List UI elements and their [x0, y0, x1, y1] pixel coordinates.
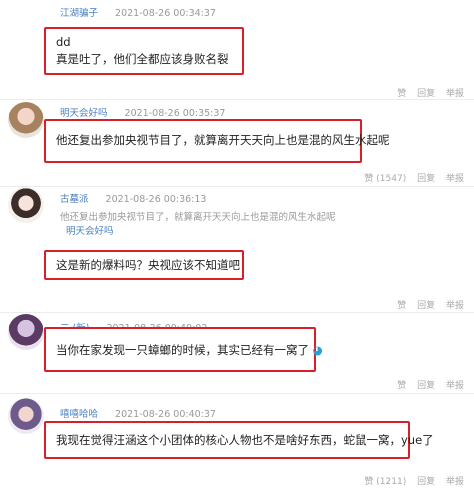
avatar[interactable] — [8, 314, 44, 350]
reply-button[interactable]: 回复 — [417, 381, 435, 391]
comment-meta: 古墓派 2021-08-26 00:36:13 — [60, 191, 206, 205]
comment-text: 我现在觉得汪涵这个小团体的核心人物也不是啥好东西，蛇鼠一窝，yue了 — [44, 421, 434, 459]
report-button[interactable]: 举报 — [446, 477, 464, 487]
comment-text: dd 真是吐了，他们全都应该身败名裂 — [44, 27, 244, 75]
divider — [0, 393, 474, 394]
comment-line: 他还复出参加央视节目了，就算离开天天向上也是混的风生水起呢 — [56, 133, 390, 147]
quoted-comment: 他还复出参加央视节目了，就算离开天天向上也是混的风生水起呢 明天会好吗 — [60, 211, 336, 239]
timestamp: 2021-08-26 00:40:37 — [115, 409, 216, 420]
avatar[interactable] — [8, 398, 44, 434]
comment-line: 真是吐了，他们全都应该身败名裂 — [56, 52, 229, 66]
comment-line: dd — [56, 35, 71, 49]
reply-button[interactable]: 回复 — [417, 89, 435, 99]
comment-line: 这是新的爆料吗？央视应该不知道吧 — [56, 258, 240, 272]
report-button[interactable]: 举报 — [446, 89, 464, 99]
username-link[interactable]: 嘻嘻哈哈 — [60, 409, 98, 420]
reply-button[interactable]: 回复 — [417, 477, 435, 487]
comment-text: 他还复出参加央视节目了，就算离开天天向上也是混的风生水起呢 — [44, 119, 390, 163]
divider — [0, 186, 474, 187]
reply-button[interactable]: 回复 — [417, 301, 435, 311]
timestamp: 2021-08-26 00:34:37 — [115, 8, 216, 19]
username-link[interactable]: 古墓派 — [60, 194, 89, 205]
like-button[interactable]: 赞 (1547) — [364, 174, 406, 184]
emoji-icon: ◕ — [312, 343, 323, 357]
divider — [0, 312, 474, 313]
timestamp: 2021-08-26 00:35:37 — [124, 108, 226, 119]
timestamp: 2021-08-26 00:36:13 — [105, 194, 207, 205]
comment-meta: 嘻嘻哈哈 2021-08-26 00:40:37 — [60, 406, 216, 420]
comment-text: 这是新的爆料吗？央视应该不知道吧 — [44, 250, 244, 280]
divider — [0, 99, 474, 100]
avatar[interactable] — [8, 102, 44, 138]
avatar[interactable] — [8, 187, 44, 223]
comment-line: 当你在家发现一只蟑螂的时候，其实已经有一窝了 — [56, 343, 309, 357]
comment-meta: 江湖骗子 2021-08-26 00:34:37 — [60, 5, 216, 19]
like-button[interactable]: 赞 — [397, 301, 406, 311]
comment-actions: 赞 回复 举报 — [389, 86, 464, 99]
username-link[interactable]: 明天会好吗 — [60, 108, 108, 119]
quote-author[interactable]: 明天会好吗 — [66, 225, 336, 239]
like-button[interactable]: 赞 — [397, 381, 406, 391]
report-button[interactable]: 举报 — [446, 301, 464, 311]
like-button[interactable]: 赞 (1211) — [364, 477, 406, 487]
comment-actions: 赞 回复 举报 — [389, 378, 464, 391]
comment-actions: 赞 回复 举报 — [389, 298, 464, 311]
comment-line: 我现在觉得汪涵这个小团体的核心人物也不是啥好东西，蛇鼠一窝，yue了 — [56, 433, 434, 447]
comment-actions: 赞 (1211) 回复 举报 — [356, 474, 464, 487]
report-button[interactable]: 举报 — [446, 381, 464, 391]
like-button[interactable]: 赞 — [397, 89, 406, 99]
reply-button[interactable]: 回复 — [417, 174, 435, 184]
quote-text: 他还复出参加央视节目了，就算离开天天向上也是混的风生水起呢 — [60, 212, 336, 223]
comment-meta: 明天会好吗 2021-08-26 00:35:37 — [60, 105, 225, 119]
report-button[interactable]: 举报 — [446, 174, 464, 184]
comment-text: 当你在家发现一只蟑螂的时候，其实已经有一窝了 ◕ — [44, 327, 323, 372]
comment-actions: 赞 (1547) 回复 举报 — [356, 171, 464, 184]
username-link[interactable]: 江湖骗子 — [60, 8, 98, 19]
